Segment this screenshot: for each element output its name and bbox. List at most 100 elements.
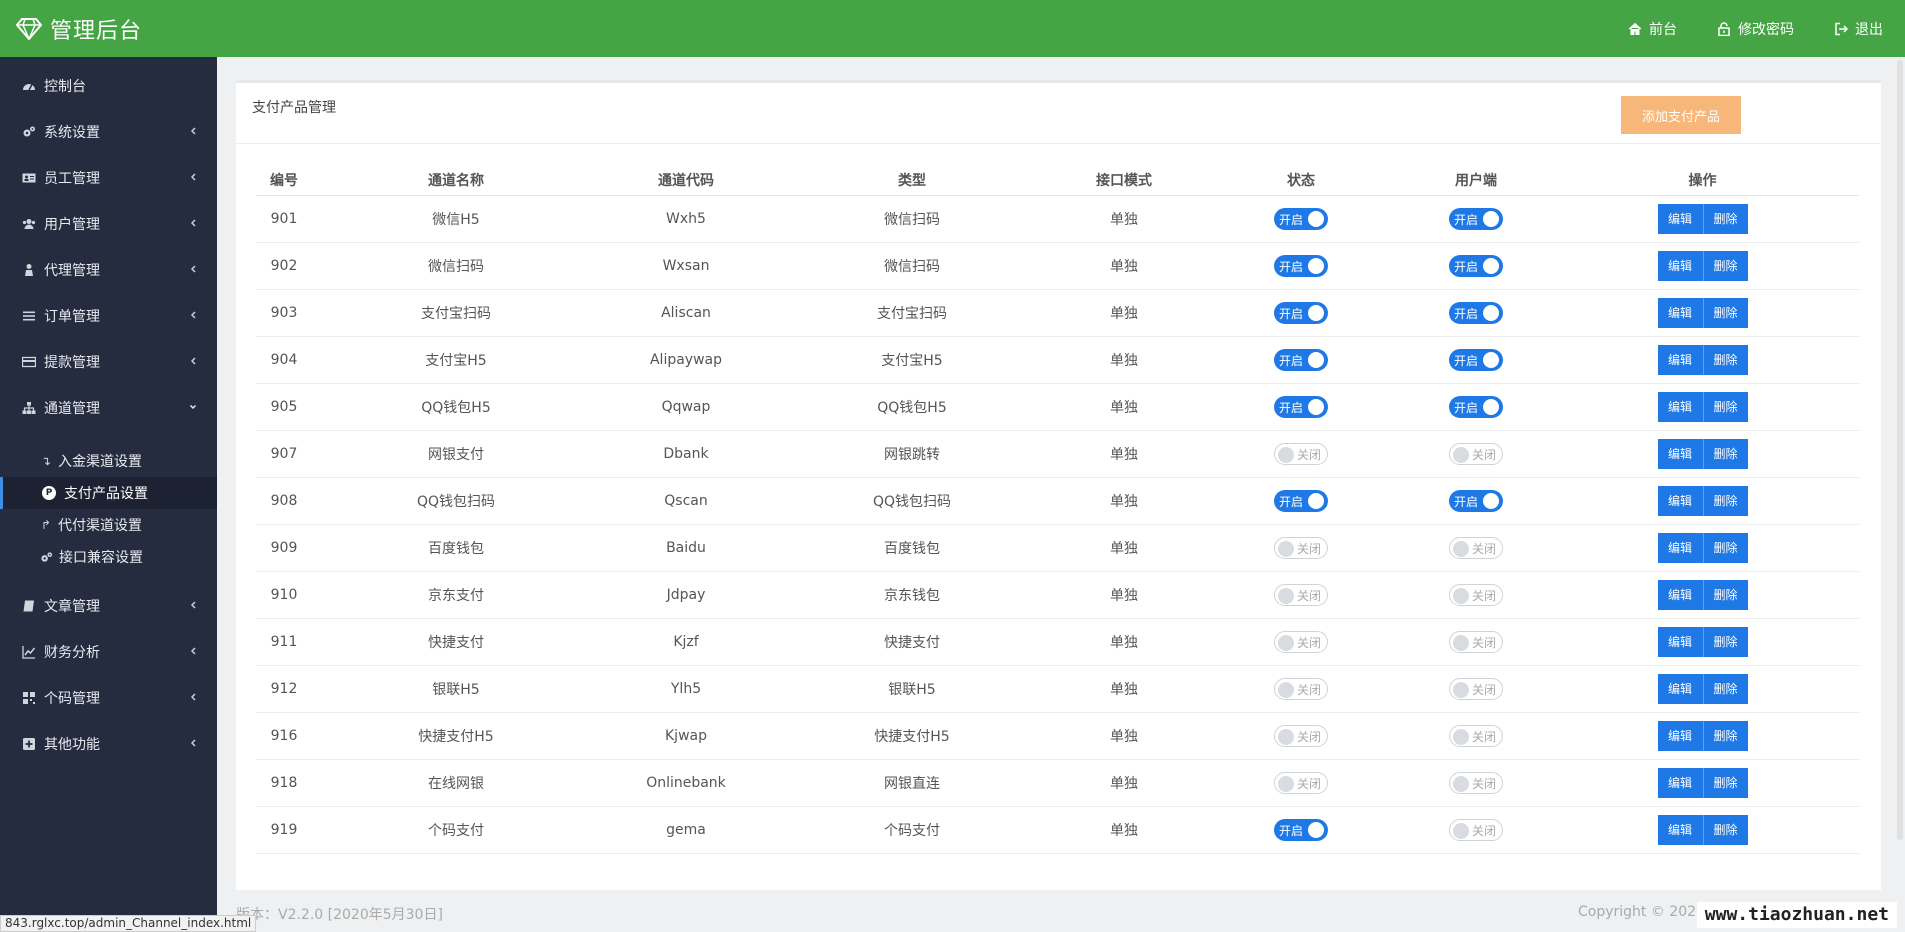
add-payment-product-button[interactable]: 添加支付产品: [1621, 96, 1741, 134]
delete-button[interactable]: 删除: [1702, 203, 1748, 234]
col-header-status: 状态: [1196, 165, 1406, 196]
sidebar-subitem-payment-products[interactable]: P 支付产品设置: [0, 477, 217, 509]
delete-button[interactable]: 删除: [1702, 438, 1748, 469]
status-toggle[interactable]: 关闭: [1274, 536, 1328, 559]
sidebar-item-personal-codes[interactable]: 个码管理: [0, 675, 217, 721]
client-toggle[interactable]: 开启: [1449, 348, 1503, 371]
sidebar-subitem-deposit-channels[interactable]: ↴ 入金渠道设置: [0, 445, 217, 477]
sidebar-item-label: 其他功能: [44, 737, 100, 753]
edit-button[interactable]: 编辑: [1657, 626, 1703, 657]
delete-button[interactable]: 删除: [1702, 485, 1748, 516]
sidebar-item-channels[interactable]: 通道管理: [0, 385, 217, 431]
home-link-label: 前台: [1649, 21, 1677, 38]
delete-button[interactable]: 删除: [1702, 579, 1748, 610]
cell-name: 京东支付: [312, 571, 600, 619]
status-toggle[interactable]: 开启: [1274, 301, 1328, 324]
status-toggle[interactable]: 开启: [1274, 348, 1328, 371]
edit-button[interactable]: 编辑: [1657, 485, 1703, 516]
edit-button[interactable]: 编辑: [1657, 391, 1703, 422]
edit-button[interactable]: 编辑: [1657, 673, 1703, 704]
sidebar-item-other[interactable]: 其他功能: [0, 721, 217, 767]
delete-button[interactable]: 删除: [1702, 626, 1748, 657]
scrollbar[interactable]: [1897, 60, 1903, 840]
status-toggle[interactable]: 开启: [1274, 254, 1328, 277]
status-toggle[interactable]: 关闭: [1274, 630, 1328, 653]
delete-button[interactable]: 删除: [1702, 814, 1748, 845]
action-group: 编辑 删除: [1657, 767, 1748, 798]
client-toggle[interactable]: 开启: [1449, 301, 1503, 324]
cell-mode: 单独: [1052, 571, 1196, 619]
logout-link[interactable]: 退出: [1834, 19, 1883, 39]
status-toggle[interactable]: 关闭: [1274, 677, 1328, 700]
table-body: 901 微信H5 Wxh5 微信扫码 单独 开启 开启 编辑 删除 902 微信扫码 Wxsan 微信扫…: [256, 195, 1859, 854]
client-toggle[interactable]: 关闭: [1449, 630, 1503, 653]
dashboard-icon: [23, 84, 35, 91]
client-toggle[interactable]: 关闭: [1449, 677, 1503, 700]
sidebar-item-agents[interactable]: 代理管理: [0, 247, 217, 293]
delete-button[interactable]: 删除: [1702, 532, 1748, 563]
client-toggle[interactable]: 开启: [1449, 207, 1503, 230]
cell-actions: 编辑 删除: [1546, 806, 1859, 854]
edit-button[interactable]: 编辑: [1657, 250, 1703, 281]
client-toggle[interactable]: 关闭: [1449, 724, 1503, 747]
sidebar-item-finance[interactable]: 财务分析: [0, 629, 217, 675]
status-toggle[interactable]: 开启: [1274, 489, 1328, 512]
status-toggle[interactable]: 开启: [1274, 818, 1328, 841]
edit-button[interactable]: 编辑: [1657, 720, 1703, 751]
status-toggle[interactable]: 关闭: [1274, 442, 1328, 465]
edit-button[interactable]: 编辑: [1657, 438, 1703, 469]
edit-button[interactable]: 编辑: [1657, 579, 1703, 610]
client-toggle[interactable]: 开启: [1449, 254, 1503, 277]
toggle-knob: [1278, 540, 1294, 557]
client-toggle[interactable]: 关闭: [1449, 442, 1503, 465]
edit-button[interactable]: 编辑: [1657, 203, 1703, 234]
edit-button[interactable]: 编辑: [1657, 344, 1703, 375]
status-toggle[interactable]: 关闭: [1274, 771, 1328, 794]
edit-button[interactable]: 编辑: [1657, 297, 1703, 328]
client-toggle[interactable]: 关闭: [1449, 771, 1503, 794]
edit-button[interactable]: 编辑: [1657, 767, 1703, 798]
cell-actions: 编辑 删除: [1546, 759, 1859, 807]
brand[interactable]: 管理后台: [16, 0, 142, 57]
delete-button[interactable]: 删除: [1702, 250, 1748, 281]
status-toggle[interactable]: 关闭: [1274, 724, 1328, 747]
delete-button[interactable]: 删除: [1702, 720, 1748, 751]
sidebar-subitem-api-compat[interactable]: 接口兼容设置: [0, 541, 217, 573]
sidebar-subitem-label: 支付产品设置: [64, 486, 148, 502]
sidebar-item-withdrawals[interactable]: 提款管理: [0, 339, 217, 385]
sidebar-item-articles[interactable]: 文章管理: [0, 583, 217, 629]
sidebar-subitem-payout-channels[interactable]: ↱ 代付渠道设置: [0, 509, 217, 541]
sidebar-item-dashboard[interactable]: 控制台: [0, 63, 217, 109]
client-toggle[interactable]: 关闭: [1449, 818, 1503, 841]
home-link[interactable]: 前台: [1628, 19, 1677, 39]
client-toggle[interactable]: 开启: [1449, 489, 1503, 512]
client-toggle[interactable]: 关闭: [1449, 583, 1503, 606]
delete-button[interactable]: 删除: [1702, 344, 1748, 375]
delete-button[interactable]: 删除: [1702, 673, 1748, 704]
table-row: 901 微信H5 Wxh5 微信扫码 单独 开启 开启 编辑 删除: [256, 195, 1859, 243]
sidebar-item-system-settings[interactable]: 系统设置: [0, 109, 217, 155]
chevron-left-icon: [190, 601, 196, 609]
client-toggle[interactable]: 开启: [1449, 395, 1503, 418]
delete-button[interactable]: 删除: [1702, 391, 1748, 422]
client-toggle[interactable]: 关闭: [1449, 536, 1503, 559]
sidebar-item-staff[interactable]: 员工管理: [0, 155, 217, 201]
client-toggle-label: 关闭: [1472, 447, 1497, 462]
channel-submenu: ↴ 入金渠道设置 P 支付产品设置 ↱ 代付渠道设置 接口兼容设置: [0, 431, 217, 583]
status-toggle[interactable]: 开启: [1274, 207, 1328, 230]
sidebar-item-users[interactable]: 用户管理: [0, 201, 217, 247]
edit-button[interactable]: 编辑: [1657, 814, 1703, 845]
edit-button[interactable]: 编辑: [1657, 532, 1703, 563]
status-toggle[interactable]: 关闭: [1274, 583, 1328, 606]
cell-mode: 单独: [1052, 759, 1196, 807]
cell-status: 关闭: [1196, 571, 1406, 619]
delete-button[interactable]: 删除: [1702, 767, 1748, 798]
change-password-link[interactable]: 修改密码: [1717, 19, 1794, 39]
status-toggle[interactable]: 开启: [1274, 395, 1328, 418]
toggle-knob: [1453, 446, 1469, 463]
sidebar-item-orders[interactable]: 订单管理: [0, 293, 217, 339]
lock-icon: [1718, 21, 1730, 36]
status-bar-url: 843.rglxc.top/admin_Channel_index.html: [0, 915, 257, 932]
id-card-icon: [22, 173, 36, 183]
delete-button[interactable]: 删除: [1702, 297, 1748, 328]
